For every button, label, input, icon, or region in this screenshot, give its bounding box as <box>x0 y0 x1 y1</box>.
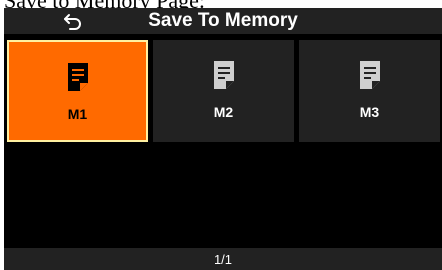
memory-slot-m3[interactable]: M3 <box>299 40 440 142</box>
document-icon <box>359 61 380 89</box>
page-indicator: 1/1 <box>213 251 233 267</box>
memory-slot-label: M3 <box>359 104 380 120</box>
document-icon <box>213 61 234 89</box>
memory-slot-m1[interactable]: M1 <box>7 40 148 142</box>
memory-slot-label: M1 <box>67 106 88 122</box>
document-icon <box>67 63 88 91</box>
back-button[interactable] <box>62 11 84 31</box>
memory-slot-grid: M1 M2 M3 <box>7 40 441 142</box>
back-arrow-icon <box>64 14 81 30</box>
page-title: Save To Memory <box>148 10 298 31</box>
footer-bar: 1/1 <box>4 248 442 270</box>
memory-slot-label: M2 <box>213 104 234 120</box>
title-bar: Save To Memory <box>4 8 442 34</box>
memory-slot-m2[interactable]: M2 <box>153 40 294 142</box>
device-screen: Save To Memory M1 M2 M3 1/1 <box>4 8 442 270</box>
